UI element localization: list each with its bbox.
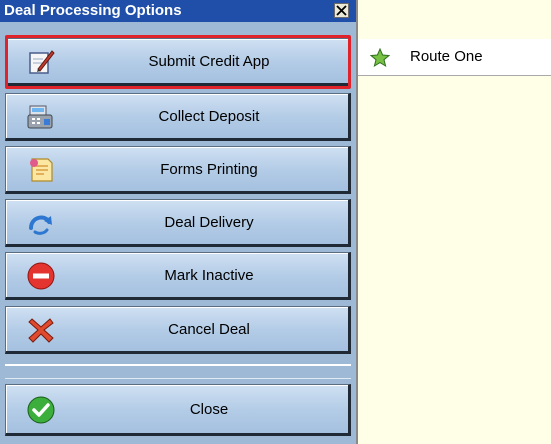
collect-deposit-button[interactable]: Collect Deposit bbox=[5, 93, 351, 141]
divider bbox=[5, 364, 351, 366]
close-window-button[interactable] bbox=[334, 3, 349, 18]
green-check-icon bbox=[26, 395, 56, 425]
cancel-deal-button[interactable]: Cancel Deal bbox=[5, 306, 351, 354]
collect-deposit-label: Collect Deposit bbox=[158, 107, 260, 125]
close-label: Close bbox=[189, 400, 229, 418]
deal-processing-panel: Deal Processing Options Submit Credit Ap… bbox=[0, 0, 356, 444]
edit-document-icon bbox=[26, 47, 56, 77]
cash-register-icon bbox=[26, 102, 56, 132]
deal-delivery-label: Deal Delivery bbox=[164, 213, 254, 231]
window-title: Deal Processing Options bbox=[4, 2, 182, 19]
red-x-icon bbox=[26, 315, 56, 345]
submit-credit-app-label: Submit Credit App bbox=[148, 52, 270, 70]
deal-delivery-button[interactable]: Deal Delivery bbox=[5, 199, 351, 247]
mark-inactive-button[interactable]: Mark Inactive bbox=[5, 252, 351, 300]
green-star-icon bbox=[370, 48, 390, 68]
redo-arrow-icon bbox=[26, 208, 56, 238]
forms-icon bbox=[26, 155, 56, 185]
title-bar: Deal Processing Options bbox=[0, 0, 356, 22]
submenu-panel: Route One bbox=[356, 0, 551, 444]
submenu-item-route-one[interactable]: Route One bbox=[358, 39, 551, 76]
no-entry-icon bbox=[26, 261, 56, 291]
forms-printing-label: Forms Printing bbox=[160, 160, 258, 178]
cancel-deal-label: Cancel Deal bbox=[168, 320, 250, 338]
route-one-label: Route One bbox=[410, 48, 483, 65]
submit-credit-app-button[interactable]: Submit Credit App bbox=[5, 38, 351, 86]
close-x-icon bbox=[336, 5, 347, 16]
mark-inactive-label: Mark Inactive bbox=[164, 266, 254, 284]
close-button[interactable]: Close bbox=[5, 384, 351, 436]
forms-printing-button[interactable]: Forms Printing bbox=[5, 146, 351, 194]
divider bbox=[5, 378, 351, 379]
